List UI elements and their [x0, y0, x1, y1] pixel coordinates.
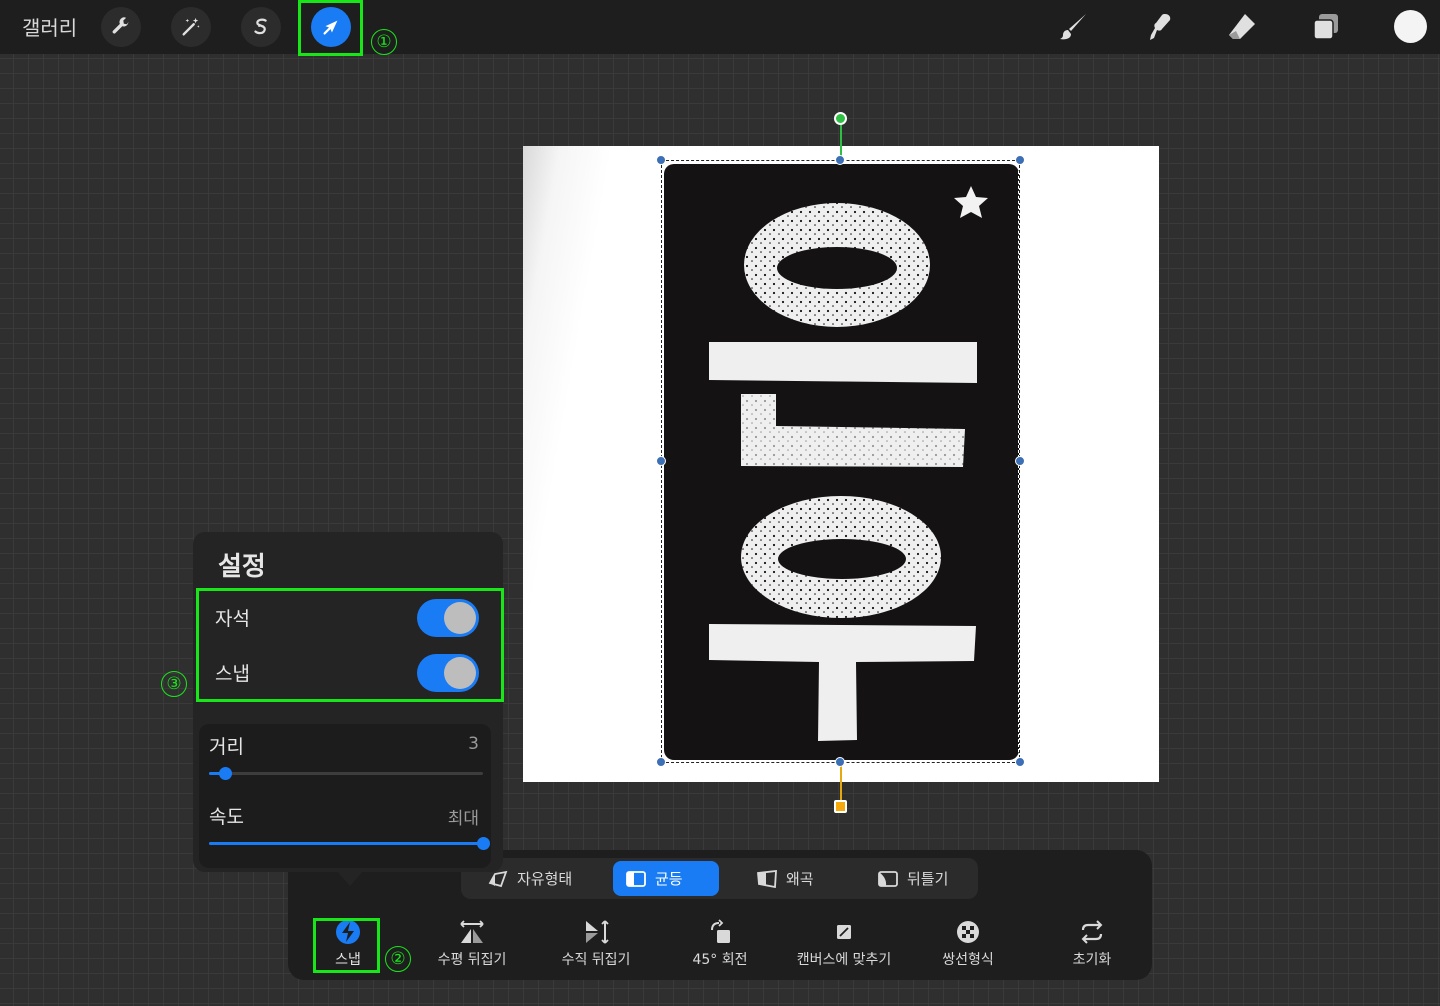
transform-mode-bar: 자유형태 균등 왜곡 뒤틀기 — [461, 858, 978, 899]
adjustments-button[interactable] — [171, 7, 211, 47]
gallery-button[interactable]: 갤러리 — [22, 12, 77, 41]
reset-button[interactable]: 초기화 — [1027, 918, 1157, 970]
uniform-mode-icon — [626, 870, 646, 887]
wrench-icon — [112, 17, 129, 34]
handle-bottom-center[interactable] — [835, 757, 845, 767]
handle-top-right[interactable] — [1015, 155, 1025, 165]
handle-top-center[interactable] — [835, 155, 845, 165]
distance-value: 3 — [468, 734, 479, 754]
speed-label: 속도 — [209, 806, 244, 828]
popover-pointer — [336, 870, 364, 886]
tutorial-marker-3: ③ — [161, 671, 187, 697]
distort-mode-icon — [757, 869, 777, 888]
smudge-icon — [1150, 14, 1171, 40]
flip-vertical-label: 수직 뒤집기 — [561, 952, 631, 968]
reset-arrows-icon — [1081, 920, 1103, 944]
warp-handle[interactable] — [834, 800, 847, 813]
layers-icon — [1313, 14, 1338, 40]
rotate-45-button[interactable]: 45° 회전 — [655, 918, 785, 970]
color-picker-button[interactable] — [1394, 10, 1427, 43]
rotate-icon — [711, 919, 730, 943]
top-toolbar: 갤러리 — [0, 0, 1440, 54]
flip-vertical-icon — [586, 920, 609, 944]
rotation-handle[interactable] — [834, 112, 847, 125]
freeform-mode-icon — [488, 870, 508, 887]
flip-horizontal-button[interactable]: 수평 뒤집기 — [407, 918, 537, 970]
tutorial-highlight-toggles — [196, 588, 504, 702]
speed-slider-thumb[interactable] — [477, 837, 490, 850]
flip-horizontal-label: 수평 뒤집기 — [437, 952, 507, 968]
speed-value: 최대 — [447, 809, 479, 829]
eraser-tool-button[interactable] — [1223, 8, 1261, 46]
brush-icon — [1060, 14, 1086, 40]
mode-uniform-button[interactable]: 균등 — [613, 861, 719, 896]
reset-label: 초기화 — [1072, 952, 1112, 968]
fit-to-canvas-label: 캔버스에 맞추기 — [796, 952, 892, 968]
bilinear-label: 쌍선형식 — [942, 952, 994, 968]
fit-canvas-icon — [837, 925, 851, 939]
handle-bottom-right[interactable] — [1015, 757, 1025, 767]
speed-slider-fill — [209, 842, 483, 845]
snap-settings-popover: 설정 자석 스냅 거리 3 속도 최대 — [193, 532, 503, 872]
bilinear-checker-icon — [957, 921, 979, 943]
smudge-tool-button[interactable] — [1139, 8, 1177, 46]
selection-s-icon — [254, 18, 267, 35]
handle-top-left[interactable] — [656, 155, 666, 165]
speed-slider[interactable] — [209, 837, 490, 850]
distance-label: 거리 — [209, 736, 244, 758]
handle-middle-right[interactable] — [1015, 456, 1025, 466]
warp-mode-icon — [878, 870, 898, 887]
selection-button[interactable] — [241, 7, 281, 47]
eraser-icon — [1229, 14, 1255, 39]
distance-slider-thumb[interactable] — [219, 767, 233, 780]
mode-distort-label: 왜곡 — [786, 870, 814, 888]
snap-slider-panel: 거리 3 속도 최대 — [199, 724, 491, 868]
magic-wand-icon — [182, 17, 200, 36]
warp-handle-stem — [840, 765, 842, 801]
distance-slider[interactable] — [209, 767, 483, 780]
handle-middle-left[interactable] — [656, 456, 666, 466]
rotate-45-label: 45° 회전 — [692, 952, 748, 968]
bilinear-button[interactable]: 쌍선형식 — [903, 918, 1033, 970]
actions-wrench-button[interactable] — [101, 7, 141, 47]
handle-bottom-left[interactable] — [656, 757, 666, 767]
mode-uniform-label: 균등 — [655, 870, 683, 888]
flip-horizontal-icon — [460, 920, 484, 943]
mode-warp-label: 뒤틀기 — [907, 870, 949, 888]
mode-freeform-label: 자유형태 — [517, 870, 573, 888]
tutorial-marker-2: ② — [385, 946, 411, 972]
tutorial-highlight-snap — [313, 918, 380, 973]
fit-to-canvas-button[interactable]: 캔버스에 맞추기 — [779, 918, 909, 970]
tutorial-highlight-transform — [298, 0, 363, 56]
mode-warp-button[interactable]: 뒤틀기 — [865, 861, 960, 896]
brush-tool-button[interactable] — [1055, 8, 1093, 46]
mode-distort-button[interactable]: 왜곡 — [744, 861, 826, 896]
flip-vertical-button[interactable]: 수직 뒤집기 — [531, 918, 661, 970]
settings-title: 설정 — [218, 552, 266, 582]
transform-bounding-box-inner — [662, 161, 1019, 762]
tutorial-marker-1: ① — [371, 29, 397, 55]
layers-button[interactable] — [1307, 8, 1345, 46]
